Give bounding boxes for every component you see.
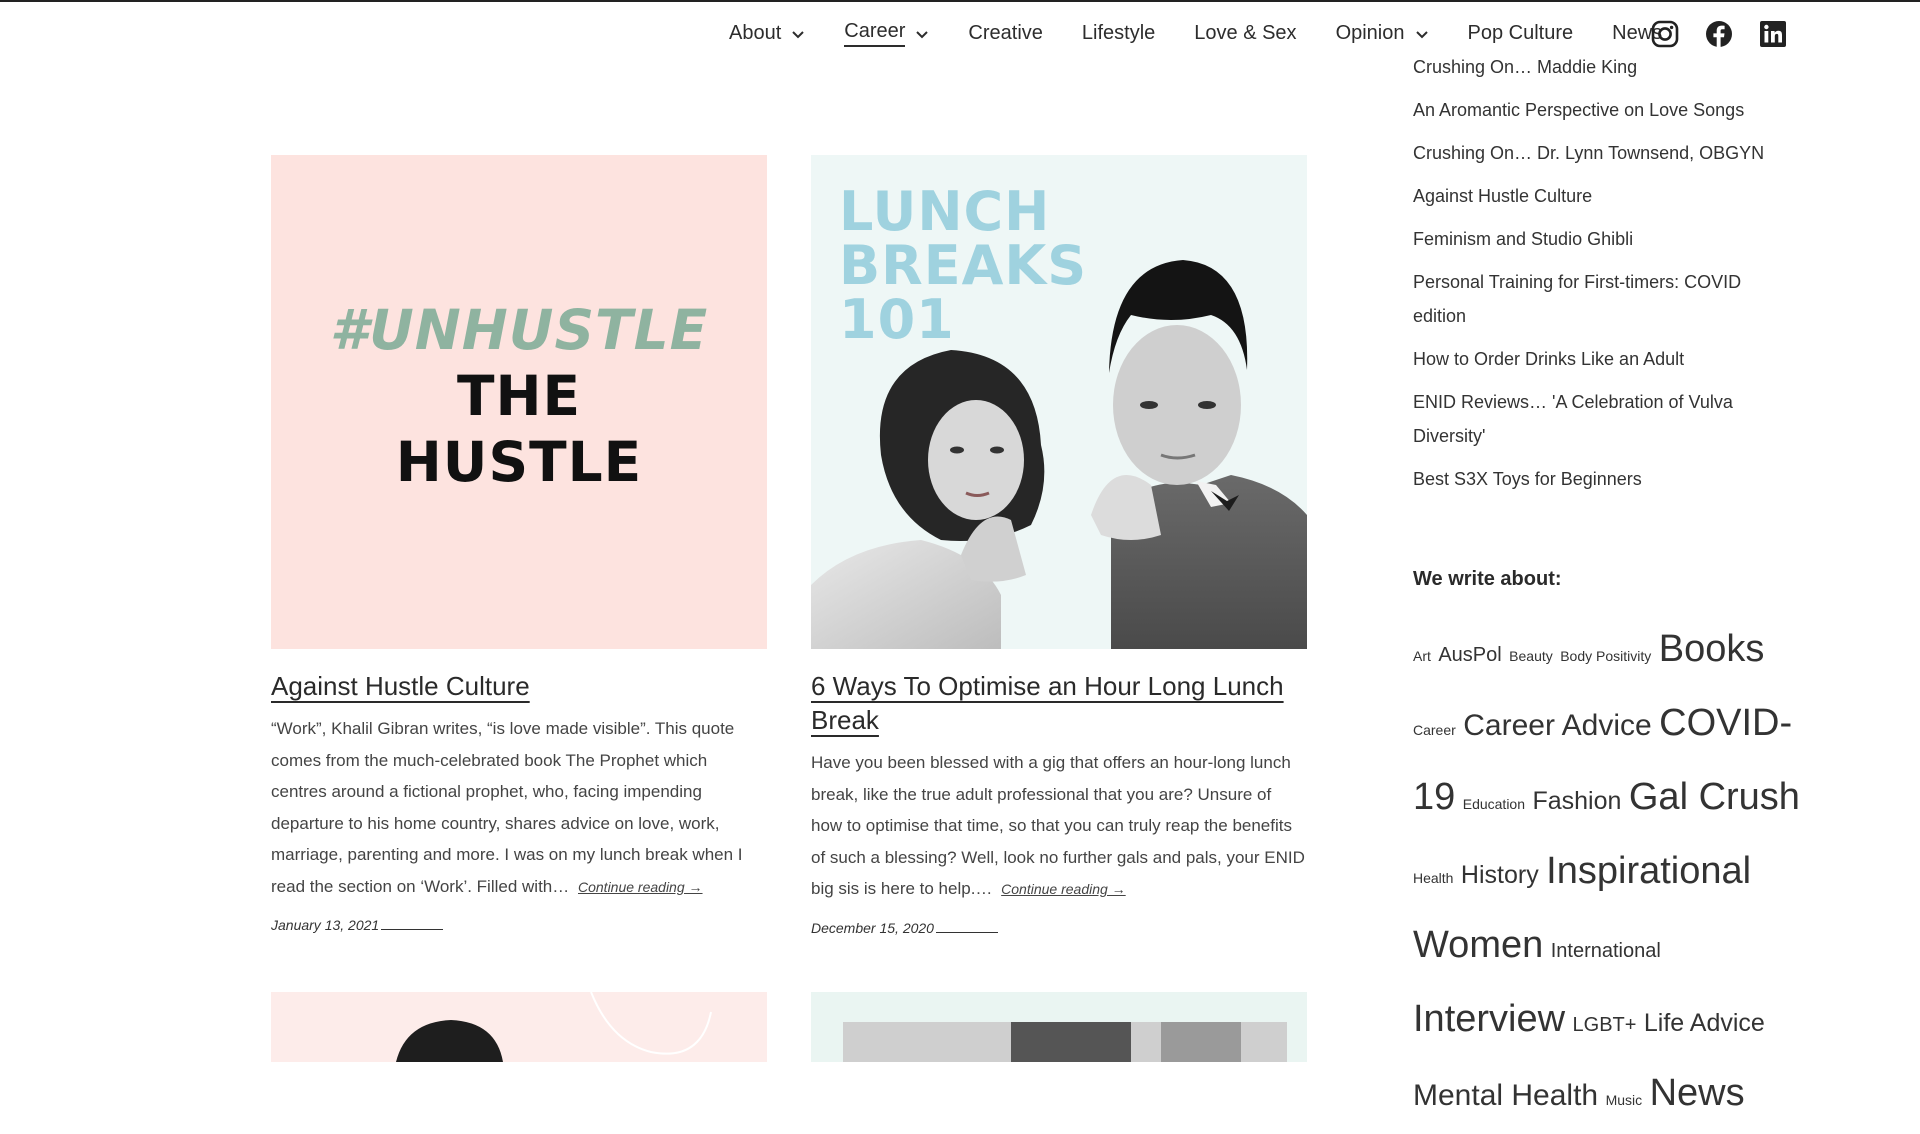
recent-post-link[interactable]: Best S3X Toys for Beginners — [1413, 462, 1793, 496]
post-card: LUNCH BREAKS 101 6 Ways To Optimise an H… — [811, 155, 1307, 936]
post-title[interactable]: Against Hustle Culture — [271, 669, 767, 703]
main-nav: About Career Creative Lifestyle Love & S… — [729, 20, 1701, 47]
recent-post-link[interactable]: Feminism and Studio Ghibli — [1413, 222, 1793, 256]
nav-label: About — [729, 22, 782, 44]
tag-link[interactable]: Beauty — [1509, 648, 1553, 664]
tag-link[interactable]: Education — [1463, 796, 1525, 812]
thumbnail-text: #UNHUSTLE THE HUSTLE — [271, 297, 767, 495]
social-links — [1651, 20, 1813, 48]
excerpt-text: Have you been blessed with a gig that of… — [811, 753, 1305, 898]
tag-link[interactable]: LGBT+ — [1573, 1014, 1637, 1036]
date-rule — [935, 931, 998, 933]
tag-link[interactable]: AusPol — [1438, 644, 1501, 666]
tag-link[interactable]: International — [1551, 940, 1661, 962]
nav-item-lifestyle[interactable]: Lifestyle — [1082, 22, 1155, 45]
interior-photo — [843, 1022, 1287, 1062]
tag-link[interactable]: Fashion — [1532, 787, 1621, 815]
nav-item-opinion[interactable]: Opinion — [1336, 22, 1429, 45]
linkedin-icon[interactable] — [1759, 20, 1787, 48]
recent-posts-list: Crushing On… Maddie King An Aromantic Pe… — [1413, 57, 1793, 505]
tag-link[interactable]: Art — [1413, 648, 1431, 664]
nav-label: Love & Sex — [1194, 22, 1297, 44]
post-date: December 15, 2020 — [811, 920, 1307, 936]
thumbnail-line: HUSTLE — [395, 430, 643, 494]
recent-post-link[interactable]: ENID Reviews… 'A Celebration of Vulva Di… — [1413, 385, 1793, 453]
post-thumbnail[interactable] — [811, 992, 1307, 1062]
thumbnail-line: THE — [456, 364, 582, 428]
nav-item-pop-culture[interactable]: Pop Culture — [1468, 22, 1574, 45]
post-thumbnail[interactable]: LUNCH BREAKS 101 — [811, 155, 1307, 649]
tag-link[interactable]: History — [1461, 861, 1539, 889]
tag-link[interactable]: Mental Health — [1413, 1079, 1598, 1112]
recent-post-link[interactable]: An Aromantic Perspective on Love Songs — [1413, 93, 1793, 127]
chevron-down-icon — [1415, 30, 1428, 38]
recent-post-link[interactable]: Against Hustle Culture — [1413, 179, 1793, 213]
nav-label: Lifestyle — [1081, 22, 1156, 44]
tag-link[interactable]: Life Advice — [1644, 1009, 1765, 1037]
excerpt-text: “Work”, Khalil Gibran writes, “is love m… — [271, 719, 743, 896]
date-text: December 15, 2020 — [811, 919, 934, 936]
recent-post-link[interactable]: Crushing On… Dr. Lynn Townsend, OBGYN — [1413, 136, 1793, 170]
tag-link[interactable]: Gal Crush — [1629, 776, 1800, 818]
facebook-icon[interactable] — [1705, 20, 1733, 48]
post-thumbnail[interactable]: #UNHUSTLE THE HUSTLE — [271, 155, 767, 649]
post-thumbnail[interactable] — [271, 992, 767, 1062]
vintage-photo — [811, 260, 1307, 649]
nav-item-creative[interactable]: Creative — [968, 22, 1042, 45]
thumbnail-line: #UNHUSTLE — [329, 298, 709, 362]
post-date: January 13, 2021 — [271, 917, 767, 933]
nav-label: Career — [844, 20, 906, 47]
post-excerpt: “Work”, Khalil Gibran writes, “is love m… — [271, 713, 767, 903]
chevron-down-icon — [916, 30, 929, 38]
continue-reading-link[interactable]: Continue reading → — [578, 879, 703, 895]
post-title[interactable]: 6 Ways To Optimise an Hour Long Lunch Br… — [811, 669, 1307, 737]
post-card: #UNHUSTLE THE HUSTLE Against Hustle Cult… — [271, 155, 767, 933]
tag-link[interactable]: Books — [1659, 628, 1765, 670]
chevron-down-icon — [792, 30, 804, 38]
tag-link[interactable]: Career — [1413, 722, 1456, 738]
instagram-icon[interactable] — [1651, 20, 1679, 48]
tag-link[interactable]: Interview — [1413, 998, 1565, 1040]
portrait-photo — [396, 992, 712, 1062]
nav-item-about[interactable]: About — [729, 22, 805, 45]
recent-post-link[interactable]: Crushing On… Maddie King — [1413, 50, 1793, 84]
nav-item-love-sex[interactable]: Love & Sex — [1194, 22, 1296, 45]
post-excerpt: Have you been blessed with a gig that of… — [811, 747, 1307, 906]
nav-label: Opinion — [1335, 22, 1405, 44]
nav-item-career[interactable]: Career — [844, 20, 929, 47]
tag-cloud: Art AusPol Beauty Body Positivity Books … — [1413, 616, 1813, 1134]
tag-link[interactable]: Body Positivity — [1560, 648, 1651, 664]
tagcloud-heading: We write about: — [1413, 568, 1562, 590]
continue-reading-link[interactable]: Continue reading → — [1001, 881, 1126, 897]
recent-post-link[interactable]: How to Order Drinks Like an Adult — [1413, 342, 1793, 376]
tag-link[interactable]: Health — [1413, 870, 1453, 886]
tag-link[interactable]: Career Advice — [1463, 709, 1651, 742]
nav-label: Creative — [968, 22, 1043, 44]
recent-post-link[interactable]: Personal Training for First-timers: COVI… — [1413, 265, 1793, 333]
date-rule — [381, 929, 444, 930]
tag-link[interactable]: Music — [1606, 1092, 1643, 1108]
tag-link[interactable]: News — [1650, 1072, 1745, 1114]
date-text: January 13, 2021 — [271, 917, 380, 933]
nav-label: Pop Culture — [1467, 22, 1574, 44]
